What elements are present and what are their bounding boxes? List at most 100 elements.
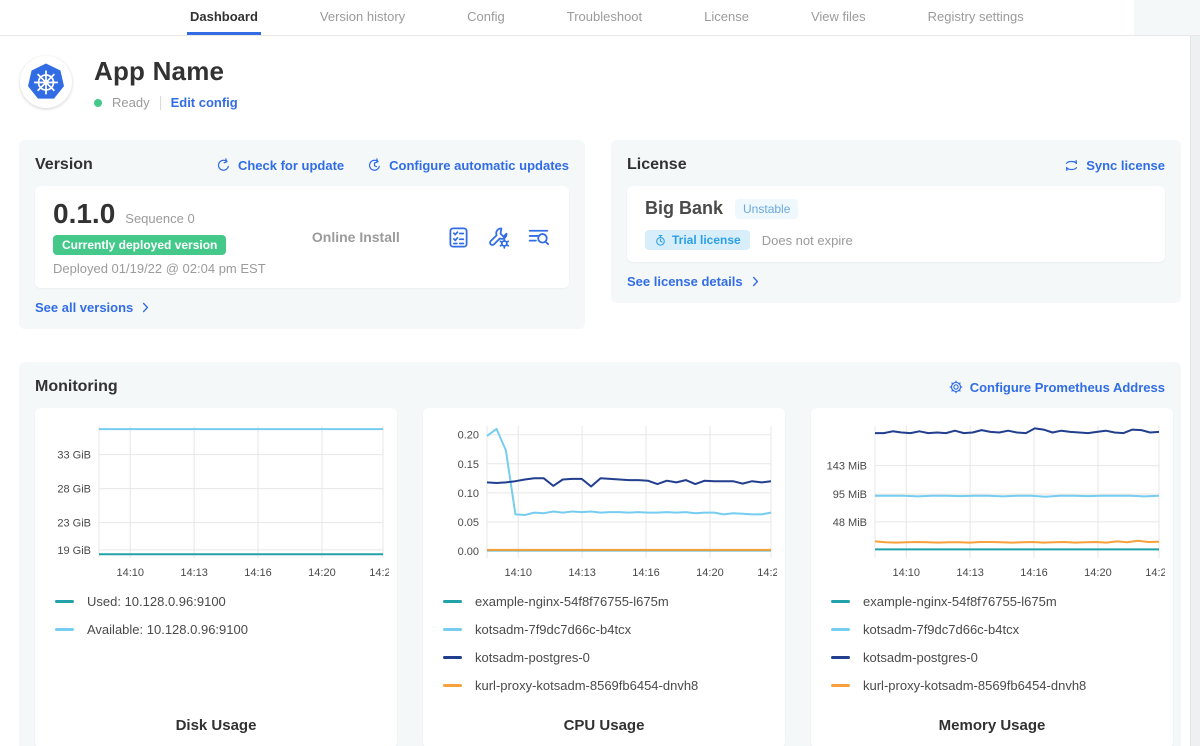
configure-version-button[interactable] — [486, 225, 511, 250]
channel-badge: Unstable — [735, 199, 798, 219]
tab-view-files[interactable]: View files — [808, 0, 869, 35]
license-expiry: Does not expire — [762, 233, 853, 248]
svg-text:14:23: 14:23 — [1145, 567, 1165, 579]
svg-text:0.15: 0.15 — [458, 459, 479, 471]
memory-usage-chart-card: 14:10 14:13 14:16 14:20 14:23 143 MiB 95 MiB 48… — [811, 408, 1173, 746]
app-name: App Name — [94, 56, 238, 87]
license-card: Big Bank Unstable Trial license Does not… — [627, 186, 1165, 262]
kubernetes-icon — [24, 60, 68, 104]
legend-item: Used: 10.128.0.96:9100 — [55, 592, 389, 610]
check-for-update-button[interactable]: Check for update — [215, 157, 344, 174]
checklist-icon — [446, 225, 471, 250]
chart-legend: example-nginx-54f8f76755-l675m kotsadm-7f… — [443, 592, 777, 694]
configure-automatic-updates-button[interactable]: Configure automatic updates — [366, 157, 569, 174]
svg-text:19 GiB: 19 GiB — [57, 545, 91, 557]
legend-color-dash — [443, 628, 462, 631]
refresh-icon — [215, 157, 232, 174]
tab-license[interactable]: License — [701, 0, 752, 35]
memory-usage-plot: 14:10 14:13 14:16 14:20 14:23 143 MiB 95 MiB 48… — [819, 418, 1165, 582]
preflight-checks-button[interactable] — [446, 225, 471, 250]
legend-item: kotsadm-7f9dc7d66c-b4tcx — [831, 620, 1165, 638]
see-all-versions-link[interactable]: See all versions — [35, 300, 152, 315]
legend-label: kotsadm-7f9dc7d66c-b4tcx — [863, 622, 1019, 637]
app-logo — [20, 56, 72, 108]
configure-prometheus-button[interactable]: Configure Prometheus Address — [948, 379, 1165, 395]
status-dot — [94, 99, 102, 107]
chart-title: Disk Usage — [43, 717, 389, 734]
chart-title: CPU Usage — [431, 717, 777, 734]
svg-text:14:13: 14:13 — [180, 567, 208, 579]
scrollbar[interactable] — [1190, 36, 1200, 746]
chevron-right-icon — [749, 275, 762, 288]
legend-item: example-nginx-54f8f76755-l675m — [831, 592, 1165, 610]
app-header: App Name Ready Edit config — [0, 36, 1200, 140]
disk-usage-plot: 14:10 14:13 14:16 14:20 14:23 33 GiB 28 GiB 23 … — [43, 418, 389, 582]
legend-item: Available: 10.128.0.96:9100 — [55, 620, 389, 638]
customer-name: Big Bank — [645, 198, 723, 219]
svg-text:14:10: 14:10 — [116, 567, 144, 579]
legend-label: kurl-proxy-kotsadm-8569fb6454-dnvh8 — [863, 678, 1086, 693]
svg-text:14:16: 14:16 — [1020, 567, 1048, 579]
chart-legend: Used: 10.128.0.96:9100 Available: 10.128.… — [55, 592, 389, 638]
chart-title: Memory Usage — [819, 717, 1165, 734]
svg-text:33 GiB: 33 GiB — [57, 450, 91, 462]
stopwatch-icon — [654, 234, 667, 247]
svg-text:14:20: 14:20 — [1084, 567, 1112, 579]
version-title: Version — [35, 156, 93, 174]
legend-label: Available: 10.128.0.96:9100 — [87, 622, 248, 637]
install-type: Online Install — [266, 229, 446, 245]
top-navbar: Dashboard Version history Config Troublesho… — [0, 0, 1200, 36]
sync-license-button[interactable]: Sync license — [1063, 157, 1165, 174]
legend-color-dash — [831, 684, 850, 687]
svg-text:28 GiB: 28 GiB — [57, 484, 91, 496]
edit-config-link[interactable]: Edit config — [171, 95, 238, 110]
svg-text:14:10: 14:10 — [892, 567, 920, 579]
version-sequence: Sequence 0 — [125, 211, 194, 226]
chart-legend: example-nginx-54f8f76755-l675m kotsadm-7f… — [831, 592, 1165, 694]
navbar-right-shade — [1134, 0, 1200, 35]
tab-dashboard[interactable]: Dashboard — [187, 0, 261, 35]
monitoring-panel: Monitoring Configure Prometheus Address … — [19, 362, 1181, 746]
svg-text:48 MiB: 48 MiB — [833, 517, 867, 529]
cpu-usage-chart-card: 14:1014:1314:1614:2014:230.200.150.100.0… — [423, 408, 785, 746]
legend-item: example-nginx-54f8f76755-l675m — [443, 592, 777, 610]
legend-item: kurl-proxy-kotsadm-8569fb6454-dnvh8 — [831, 676, 1165, 694]
svg-text:14:20: 14:20 — [308, 567, 336, 579]
legend-color-dash — [831, 628, 850, 631]
legend-color-dash — [443, 656, 462, 659]
svg-text:14:23: 14:23 — [369, 567, 389, 579]
legend-label: kotsadm-7f9dc7d66c-b4tcx — [475, 622, 631, 637]
legend-label: kurl-proxy-kotsadm-8569fb6454-dnvh8 — [475, 678, 698, 693]
tab-troubleshoot[interactable]: Troubleshoot — [564, 0, 645, 35]
version-number: 0.1.0 — [53, 198, 115, 230]
see-license-details-link[interactable]: See license details — [627, 274, 762, 289]
divider — [160, 96, 161, 110]
svg-text:14:16: 14:16 — [244, 567, 272, 579]
legend-color-dash — [831, 656, 850, 659]
svg-text:143 MiB: 143 MiB — [827, 461, 867, 473]
legend-label: Used: 10.128.0.96:9100 — [87, 594, 226, 609]
tab-config[interactable]: Config — [464, 0, 508, 35]
legend-item: kotsadm-postgres-0 — [443, 648, 777, 666]
svg-text:95 MiB: 95 MiB — [833, 489, 867, 501]
legend-color-dash — [443, 684, 462, 687]
tab-registry-settings[interactable]: Registry settings — [925, 0, 1027, 35]
svg-text:14:16: 14:16 — [632, 567, 660, 579]
svg-text:23 GiB: 23 GiB — [57, 518, 91, 530]
license-type-badge: Trial license — [645, 230, 750, 250]
legend-color-dash — [55, 600, 74, 603]
svg-text:14:13: 14:13 — [568, 567, 596, 579]
version-panel: Version Check for update — [19, 140, 585, 329]
legend-label: kotsadm-postgres-0 — [863, 650, 978, 665]
tab-version-history[interactable]: Version history — [317, 0, 408, 35]
deploy-logs-button[interactable] — [526, 225, 551, 250]
svg-text:14:20: 14:20 — [696, 567, 724, 579]
deployed-badge: Currently deployed version — [53, 235, 226, 255]
svg-text:14:13: 14:13 — [956, 567, 984, 579]
svg-text:0.00: 0.00 — [458, 546, 479, 558]
gear-icon — [948, 379, 964, 395]
app-status: Ready — [112, 95, 150, 110]
svg-text:0.05: 0.05 — [458, 517, 479, 529]
logs-search-icon — [526, 225, 551, 250]
wrench-gear-icon — [486, 225, 511, 250]
